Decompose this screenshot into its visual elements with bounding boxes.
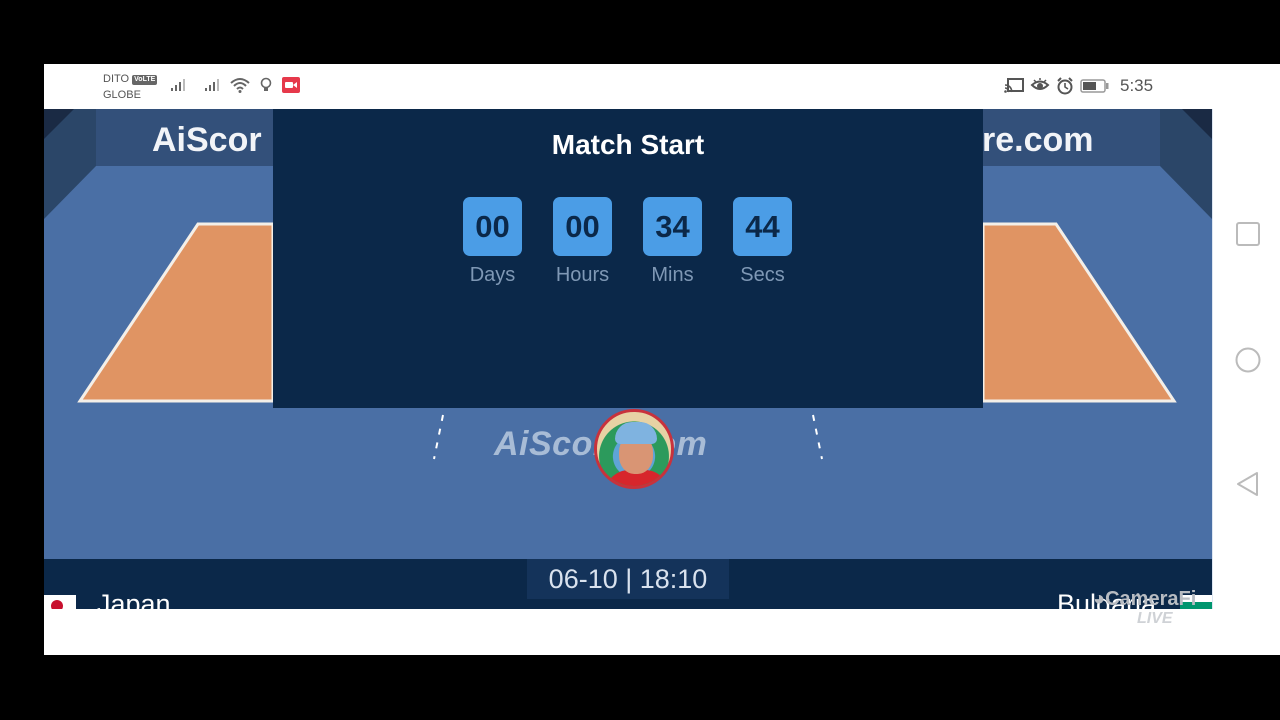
countdown-label: Secs	[740, 264, 785, 286]
match-datetime: 06-10 | 18:10	[527, 559, 729, 599]
streamer-avatar	[594, 409, 674, 489]
eye-comfort-icon	[1030, 78, 1050, 94]
back-button[interactable]	[1235, 471, 1261, 497]
brand-banner-right: re.com	[982, 121, 1094, 159]
countdown-title: Match Start	[551, 129, 705, 160]
countdown-label: Hours	[555, 264, 610, 286]
camerafi-live: LIVE	[1137, 610, 1173, 627]
carrier-1: DITO	[103, 73, 130, 85]
countdown-panel: Match Start 00 Days 00 Hours 34 Mins 44 …	[273, 109, 983, 408]
android-nav-bar	[1212, 109, 1280, 609]
recent-apps-button[interactable]	[1235, 221, 1261, 247]
phone-screen: DITO VoLTE GLOBE 5:35 AiScor re.com Matc…	[44, 64, 1280, 655]
volte-badge: VoLTE	[132, 75, 158, 85]
screen-record-icon	[282, 77, 300, 93]
attack-line-left	[433, 414, 444, 460]
countdown-secs: 44 Secs	[733, 197, 792, 287]
countdown-value: 00	[463, 197, 522, 256]
alarm-icon	[1056, 77, 1074, 95]
square-icon	[1236, 222, 1260, 246]
camerafi-brand: CameraFi	[1105, 588, 1197, 610]
signal-icon	[204, 78, 220, 92]
home-button[interactable]	[1235, 347, 1261, 373]
carrier-info: DITO VoLTE GLOBE	[103, 71, 158, 103]
vs-label: VS	[44, 603, 1212, 609]
court-right-half	[981, 222, 1177, 403]
countdown-value: 44	[733, 197, 792, 256]
circle-icon	[1235, 347, 1261, 373]
countdown-mins: 34 Mins	[643, 197, 702, 287]
camerafi-robot-icon: ◕	[1093, 588, 1106, 610]
attack-line-right	[812, 414, 823, 460]
status-bar: DITO VoLTE GLOBE 5:35	[44, 64, 1280, 109]
countdown-value: 00	[553, 197, 612, 256]
countdown-value: 34	[643, 197, 702, 256]
cast-icon	[1004, 78, 1024, 94]
wifi-icon	[230, 77, 250, 93]
countdown-days: 00 Days	[463, 197, 522, 287]
court-left-half	[77, 222, 275, 403]
battery-icon	[1080, 78, 1110, 94]
countdown-label: Mins	[651, 264, 694, 286]
lightbulb-icon	[260, 77, 272, 93]
match-info-bar: Japan 06-10 | 18:10 VS Bulgaria	[44, 559, 1212, 609]
triangle-back-icon	[1237, 472, 1258, 496]
countdown-hours: 00 Hours	[553, 197, 612, 287]
countdown-label: Days	[469, 264, 516, 286]
brand-banner-left: AiScor	[152, 121, 262, 159]
video-stream[interactable]: AiScor re.com AiScore.com Match Start 00…	[44, 109, 1212, 609]
status-time: 5:35	[1120, 76, 1154, 95]
carrier-2: GLOBE	[103, 89, 141, 101]
signal-icon	[170, 78, 186, 92]
camerafi-logo: ◕CameraFi	[1093, 588, 1196, 611]
